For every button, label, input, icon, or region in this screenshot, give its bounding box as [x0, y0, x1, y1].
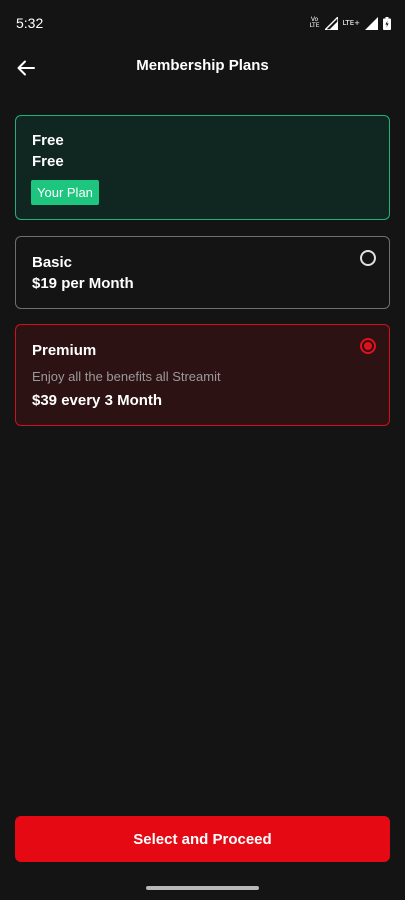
- plan-description: Enjoy all the benefits all Streamit: [32, 369, 221, 384]
- plan-name: Premium: [32, 342, 97, 359]
- plan-name: Free: [32, 132, 64, 149]
- select-and-proceed-button[interactable]: Select and Proceed: [15, 816, 390, 862]
- plan-name: Basic: [32, 254, 73, 271]
- status-time: 5:32: [16, 15, 44, 31]
- radio-button-premium[interactable]: [360, 338, 376, 354]
- plan-price: Free: [32, 153, 64, 170]
- plan-card-free[interactable]: Free Free Your Plan: [15, 115, 390, 220]
- status-icons: Vo LTE LTE+: [310, 16, 391, 30]
- signal-icon: [324, 16, 338, 30]
- plan-price: $39 every 3 Month: [32, 392, 163, 409]
- status-bar: 5:32 Vo LTE LTE+: [0, 0, 405, 46]
- app-bar: Membership Plans: [0, 46, 405, 90]
- volte-icon: Vo LTE: [310, 17, 320, 29]
- page-title: Membership Plans: [136, 57, 269, 74]
- battery-icon: [383, 16, 391, 30]
- lte-signal-icon: [365, 16, 378, 30]
- home-indicator[interactable]: [146, 886, 259, 890]
- lte-label: LTE+: [342, 18, 361, 27]
- plan-price: $19 per Month: [32, 275, 134, 292]
- radio-button-basic[interactable]: [360, 250, 376, 266]
- your-plan-badge: Your Plan: [31, 180, 99, 205]
- plan-card-basic[interactable]: Basic $19 per Month: [15, 236, 390, 309]
- plan-card-premium[interactable]: Premium Enjoy all the benefits all Strea…: [15, 324, 390, 426]
- radio-selected-dot: [364, 342, 372, 350]
- volte-bottom-text: LTE: [309, 22, 320, 29]
